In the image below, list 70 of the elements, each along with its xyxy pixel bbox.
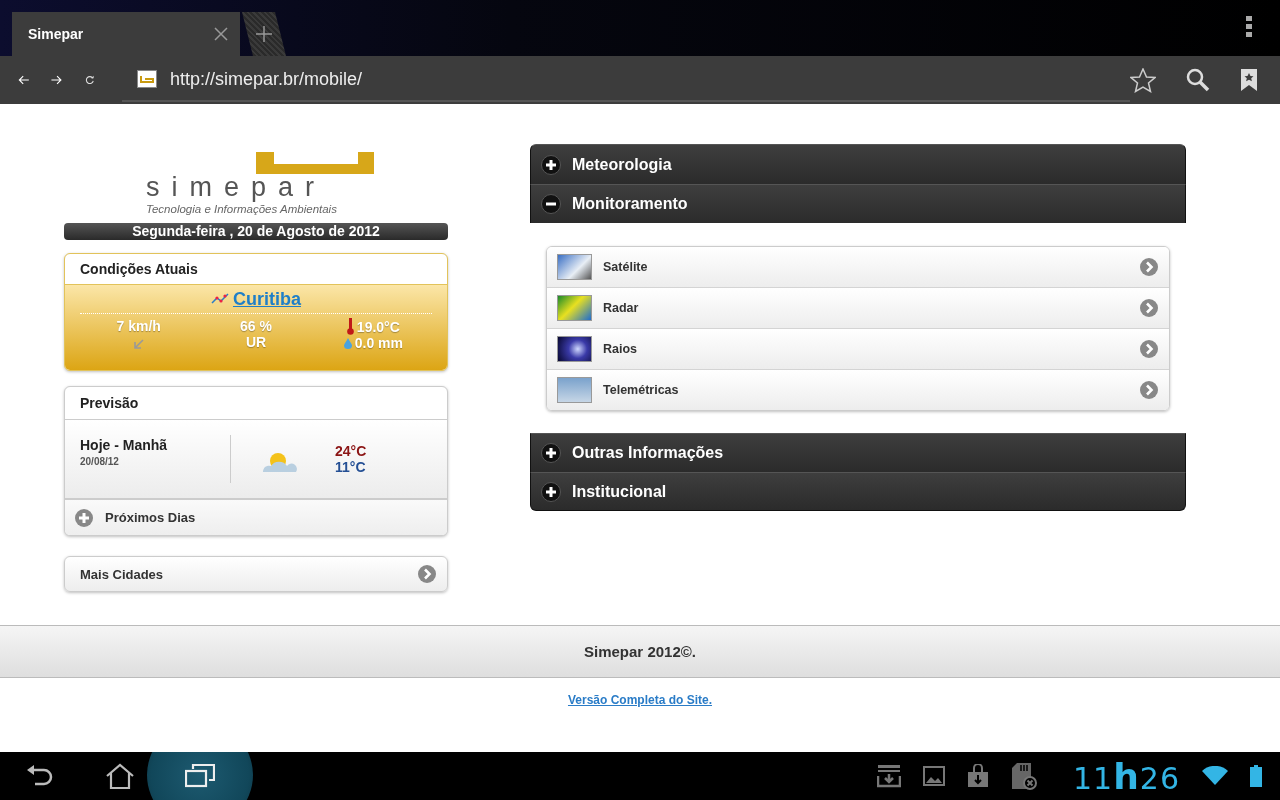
plus-icon — [541, 154, 561, 175]
photo-placeholder — [557, 254, 592, 280]
submenu-item[interactable]: Satélite — [547, 247, 1169, 287]
submenu-label: Satélite — [603, 260, 649, 274]
back-icon[interactable] — [26, 764, 54, 788]
browser-tab[interactable]: Simepar — [12, 12, 240, 56]
photo-placeholder — [557, 336, 592, 362]
date-banner: Segunda-feira , 20 de Agosto de 2012 — [64, 223, 448, 240]
card-title: Condições Atuais — [80, 261, 198, 277]
raindrop-icon — [343, 337, 352, 349]
submenu-item[interactable]: Radar — [547, 287, 1169, 328]
submenu-item[interactable]: Raios — [547, 328, 1169, 369]
plus-icon — [541, 443, 561, 463]
chevron-right-icon — [1139, 380, 1159, 400]
accordion-header[interactable]: Meteorologia — [530, 144, 1186, 184]
humidity-label: UR — [245, 334, 267, 350]
accordion-header[interactable]: Institucional — [530, 472, 1186, 511]
humidity-value: 66 % — [240, 318, 272, 334]
close-icon[interactable] — [214, 27, 228, 41]
logo-mark-icon — [256, 152, 374, 174]
home-icon[interactable] — [105, 763, 135, 789]
image-icon[interactable] — [923, 766, 945, 786]
min-temperature: 11°C — [335, 459, 367, 475]
clock-text: 11h26 — [1073, 755, 1180, 797]
accordion-header[interactable]: Outras Informações — [530, 433, 1186, 472]
max-temperature: 24°C — [335, 443, 367, 459]
sd-card-error-icon[interactable] — [1011, 762, 1037, 790]
forecast-date: 20/08/12 — [80, 456, 120, 467]
submenu-label: Telemétricas — [603, 383, 680, 397]
photo-placeholder — [557, 295, 592, 321]
menu-icon[interactable] — [1246, 16, 1252, 38]
wind-direction-arrow-icon — [132, 338, 145, 350]
trend-icon — [211, 293, 229, 305]
chevron-right-icon — [417, 564, 437, 584]
plus-icon — [256, 26, 272, 42]
minus-icon — [541, 194, 561, 214]
submenu-item[interactable]: Telemétricas — [547, 369, 1169, 410]
new-tab-button[interactable] — [242, 12, 286, 56]
next-days-toggle[interactable]: Próximos Dias — [65, 498, 447, 535]
chevron-right-icon — [1139, 339, 1159, 359]
forecast-period: Hoje - Manhã — [80, 437, 169, 453]
search-icon[interactable] — [1186, 68, 1210, 92]
photo-placeholder — [557, 377, 592, 403]
thermometer-icon — [346, 318, 354, 335]
copyright-text: Simepar 2012©. — [584, 643, 696, 660]
more-cities-button[interactable]: Mais Cidades — [64, 556, 448, 592]
plus-icon — [75, 508, 93, 527]
rainfall-value: 0.0 mm — [354, 335, 403, 351]
accordion-header[interactable]: Monitoramento — [530, 184, 1186, 223]
favicon-icon — [137, 70, 157, 88]
battery-icon — [1250, 765, 1262, 787]
logo-tagline: Tecnologia e Informações Ambientais — [146, 203, 337, 216]
wifi-signal-icon — [1202, 766, 1228, 786]
logo-text: simepar — [146, 172, 327, 202]
tab-title: Simepar — [28, 26, 84, 42]
download-tray-icon[interactable] — [877, 764, 901, 788]
submenu-label: Raios — [603, 342, 639, 356]
chevron-right-icon — [1139, 257, 1159, 277]
url-text: http://simepar.br/mobile/ — [170, 68, 363, 90]
chevron-right-icon — [1139, 298, 1159, 318]
full-site-link[interactable]: Versão Completa do Site. — [567, 693, 712, 707]
submenu-label: Radar — [603, 301, 640, 315]
star-icon[interactable] — [1130, 67, 1156, 93]
plus-icon — [541, 481, 561, 502]
bookmarks-icon[interactable] — [1240, 68, 1258, 92]
temperature-value: 19.0°C — [356, 318, 400, 335]
wind-speed: 7 km/h — [116, 318, 161, 334]
card-title: Previsão — [80, 395, 139, 411]
recent-apps-icon[interactable] — [185, 764, 215, 788]
shopping-bag-download-icon[interactable] — [967, 764, 989, 788]
